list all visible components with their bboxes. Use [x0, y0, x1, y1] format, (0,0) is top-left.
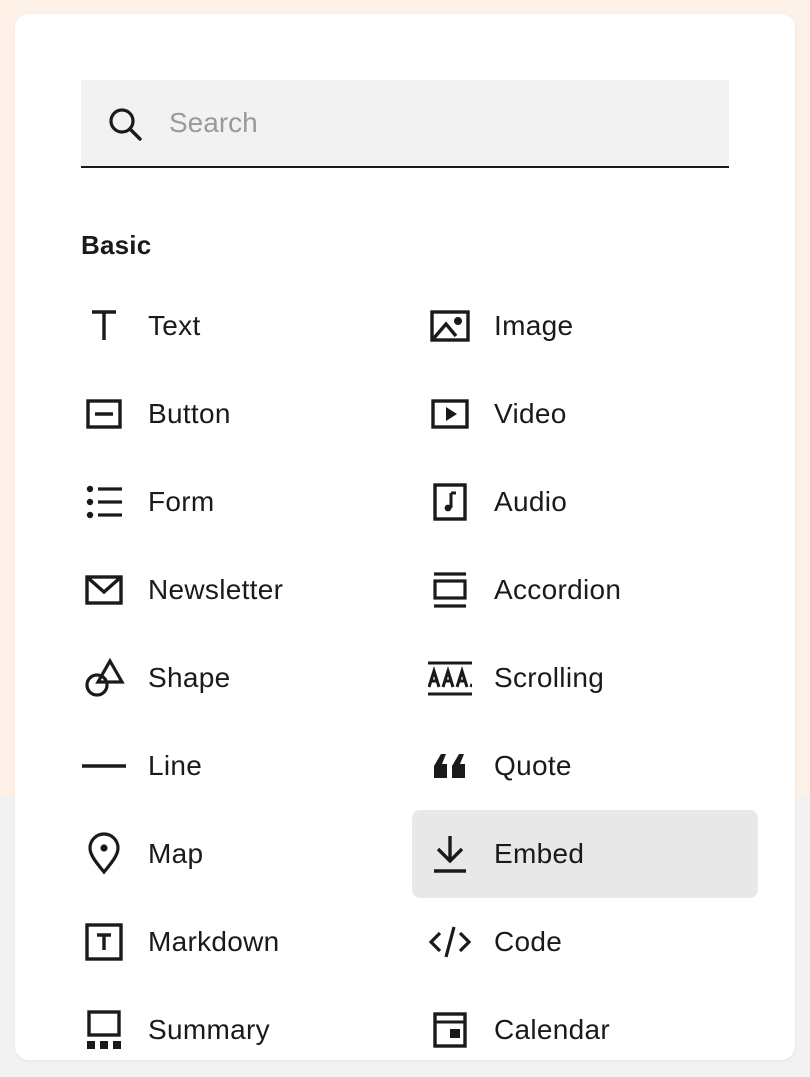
search-icon	[109, 108, 142, 141]
code-icon	[428, 920, 472, 964]
block-item-summary[interactable]: Summary	[66, 986, 412, 1060]
block-item-form[interactable]: Form	[66, 458, 412, 546]
image-icon	[428, 304, 472, 348]
block-item-calendar[interactable]: Calendar	[412, 986, 758, 1060]
text-icon	[82, 304, 126, 348]
block-item-map[interactable]: Map	[66, 810, 412, 898]
audio-icon	[428, 480, 472, 524]
block-item-label: Video	[494, 398, 567, 429]
add-block-panel: Basic Text Button Form Newsletter	[15, 14, 795, 1060]
map-pin-icon	[82, 832, 126, 876]
block-item-audio[interactable]: Audio	[412, 458, 758, 546]
block-item-label: Button	[148, 398, 231, 429]
block-item-label: Code	[494, 926, 563, 957]
block-item-accordion[interactable]: Accordion	[412, 546, 758, 634]
block-item-label: Scrolling	[494, 662, 605, 693]
form-icon	[82, 480, 126, 524]
block-item-newsletter[interactable]: Newsletter	[66, 546, 412, 634]
embed-icon	[428, 832, 472, 876]
quote-icon	[428, 744, 472, 788]
newsletter-icon	[82, 568, 126, 612]
block-item-label: Line	[148, 750, 203, 781]
block-item-label: Image	[494, 310, 574, 341]
block-item-line[interactable]: Line	[66, 722, 412, 810]
line-icon	[82, 744, 126, 788]
block-item-label: Form	[148, 486, 215, 517]
shape-icon	[82, 656, 126, 700]
block-item-label: Embed	[494, 838, 585, 869]
block-item-label: Newsletter	[148, 574, 284, 605]
block-item-quote[interactable]: Quote	[412, 722, 758, 810]
block-item-label: Shape	[148, 662, 231, 693]
block-item-label: Quote	[494, 750, 572, 781]
markdown-icon	[82, 920, 126, 964]
search-input[interactable]	[169, 80, 709, 166]
block-item-image[interactable]: Image	[412, 282, 758, 370]
button-icon	[82, 392, 126, 436]
section-title: Basic	[81, 230, 152, 260]
block-item-label: Accordion	[494, 574, 622, 605]
block-item-label: Audio	[494, 486, 568, 517]
block-item-label: Summary	[148, 1014, 270, 1045]
scrolling-icon	[428, 656, 472, 700]
video-icon	[428, 392, 472, 436]
accordion-icon	[428, 568, 472, 612]
block-item-label: Markdown	[148, 926, 280, 957]
block-item-code[interactable]: Code	[412, 898, 758, 986]
block-item-video[interactable]: Video	[412, 370, 758, 458]
block-item-label: Calendar	[494, 1014, 611, 1045]
block-item-embed[interactable]: Embed	[412, 810, 758, 898]
block-item-scrolling[interactable]: Scrolling	[412, 634, 758, 722]
search-box	[81, 80, 729, 168]
block-item-label: Map	[148, 838, 204, 869]
block-item-markdown[interactable]: Markdown	[66, 898, 412, 986]
calendar-icon	[428, 1008, 472, 1052]
block-item-button[interactable]: Button	[66, 370, 412, 458]
block-item-text[interactable]: Text	[66, 282, 412, 370]
block-item-shape[interactable]: Shape	[66, 634, 412, 722]
summary-icon	[82, 1008, 126, 1052]
block-item-label: Text	[148, 310, 201, 341]
